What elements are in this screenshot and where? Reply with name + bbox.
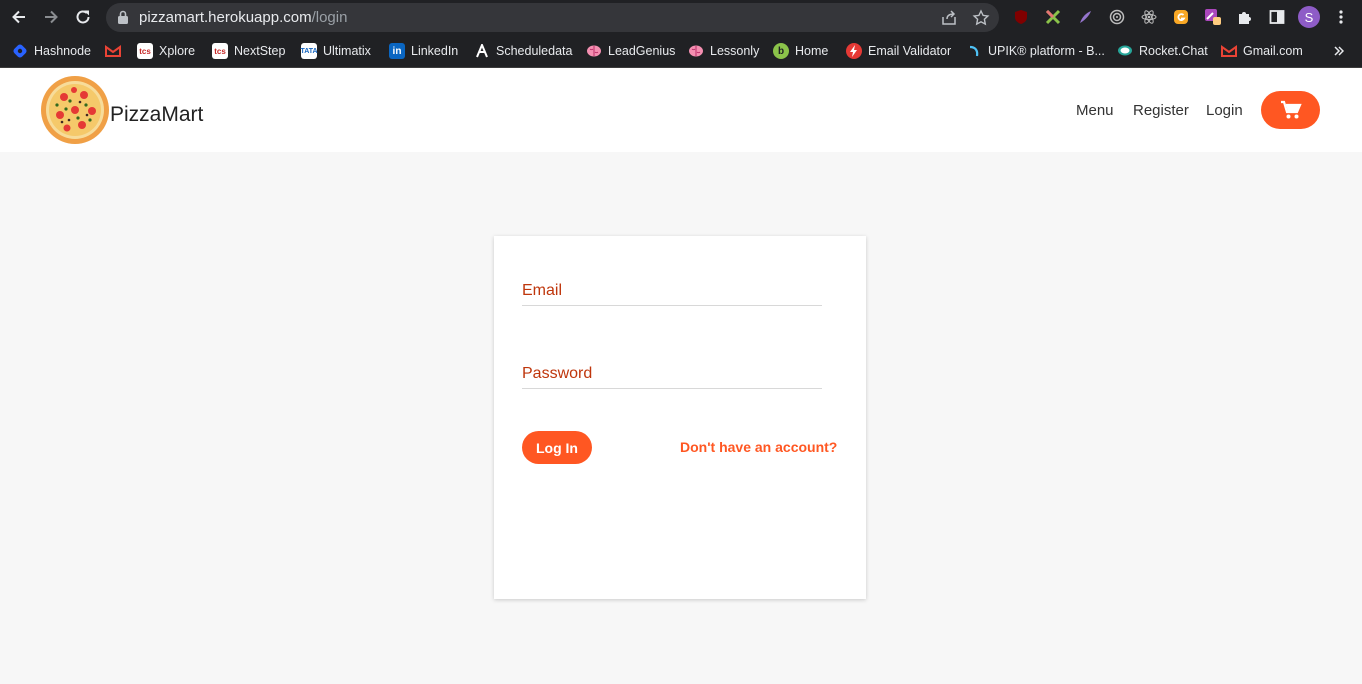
bookmark-label: Scheduledata xyxy=(496,44,573,58)
bookmark-rocket-chat[interactable]: Rocket.Chat xyxy=(1117,41,1208,61)
target-extension-icon[interactable] xyxy=(1107,7,1127,27)
bookmark-label: Email Validator xyxy=(868,44,952,58)
bookmark-label: Lessonly xyxy=(710,44,760,58)
color-picker-extension-icon[interactable] xyxy=(1203,7,1223,27)
bookmark-label: Xplore xyxy=(159,44,196,58)
react-devtools-icon[interactable] xyxy=(1139,7,1159,27)
hashnode-icon xyxy=(12,43,28,59)
password-input[interactable] xyxy=(522,355,822,388)
back-icon[interactable] xyxy=(6,4,32,30)
a-logo-icon xyxy=(474,43,490,59)
bookmark-label: Hashnode xyxy=(34,44,91,58)
grammarly-icon[interactable] xyxy=(1171,7,1191,27)
bookmark-linkedin[interactable]: in LinkedIn xyxy=(389,41,458,61)
bookmark-nextstep[interactable]: tcs NextStep xyxy=(212,41,285,61)
site-header: PizzaMart Menu Register Login xyxy=(0,68,1362,152)
bookmark-label: LeadGenius xyxy=(608,44,676,58)
gmail-icon xyxy=(105,43,121,59)
tools-extension-icon[interactable] xyxy=(1043,7,1063,27)
bookmark-hashnode[interactable]: Hashnode xyxy=(12,41,91,61)
reload-icon[interactable] xyxy=(70,4,96,30)
bookmark-label: LinkedIn xyxy=(411,44,459,58)
tcs-icon: tcs xyxy=(137,43,153,59)
side-panel-icon[interactable] xyxy=(1267,7,1287,27)
bookmark-label: Gmail.com xyxy=(1243,44,1303,58)
nav-menu-link[interactable]: Menu xyxy=(1076,102,1114,119)
login-button[interactable]: Log In xyxy=(522,431,592,464)
bookmark-ultimatix[interactable]: TATA Ultimatix xyxy=(300,41,371,61)
bolt-circle-icon xyxy=(846,43,862,59)
brain-icon xyxy=(586,43,602,59)
tata-icon: TATA xyxy=(300,43,318,59)
bookmarks-bar: Hashnode tcs Xplore tcs NextStep TATA Ul… xyxy=(0,35,1362,68)
extensions-puzzle-icon[interactable] xyxy=(1235,7,1255,27)
share-icon[interactable] xyxy=(940,9,958,27)
bookmark-label: Home xyxy=(795,44,829,58)
bookmark-label: UPIK® platform - B... xyxy=(988,44,1105,58)
bookmark-gmail-com[interactable]: Gmail.com xyxy=(1221,41,1303,61)
bookmark-xplore[interactable]: tcs Xplore xyxy=(137,41,195,61)
lock-icon xyxy=(117,10,129,29)
bookmark-label: Ultimatix xyxy=(323,44,371,58)
bookmark-scheduledata[interactable]: Scheduledata xyxy=(474,41,572,61)
brand-name[interactable]: PizzaMart xyxy=(110,103,203,127)
feather-extension-icon[interactable] xyxy=(1075,7,1095,27)
bookmark-label: NextStep xyxy=(234,44,286,58)
signup-link[interactable]: Don't have an account? xyxy=(680,439,837,455)
pizza-logo[interactable] xyxy=(40,75,110,145)
brain-icon xyxy=(688,43,704,59)
linkedin-icon: in xyxy=(389,43,405,59)
email-field[interactable]: Email xyxy=(522,272,822,306)
bookmark-lessonly[interactable]: Lessonly xyxy=(688,41,759,61)
rocket-chat-icon xyxy=(1117,43,1133,59)
login-card: Email Password Log In Don't have an acco… xyxy=(494,236,866,599)
address-bar[interactable]: pizzamart.herokuapp.com/login xyxy=(106,3,999,32)
ublock-icon[interactable] xyxy=(1011,7,1031,27)
profile-avatar[interactable]: S xyxy=(1298,6,1320,28)
password-field[interactable]: Password xyxy=(522,355,822,389)
avatar-letter: S xyxy=(1304,9,1314,25)
bookmark-upik[interactable]: UPIK® platform - B... xyxy=(966,41,1105,61)
bookmarks-overflow-icon[interactable] xyxy=(1334,41,1344,61)
nav-login-link[interactable]: Login xyxy=(1206,102,1243,119)
b-circle-icon: b xyxy=(773,43,789,59)
bookmark-star-icon[interactable] xyxy=(972,9,990,27)
browser-menu-icon[interactable] xyxy=(1331,7,1351,27)
nav-register-link[interactable]: Register xyxy=(1133,102,1189,119)
browser-toolbar: pizzamart.herokuapp.com/login S xyxy=(0,0,1362,35)
tcs-icon: tcs xyxy=(212,43,228,59)
forward-icon[interactable] xyxy=(38,4,64,30)
email-input[interactable] xyxy=(522,272,822,305)
bookmark-label: Rocket.Chat xyxy=(1139,44,1208,58)
bookmark-home[interactable]: b Home xyxy=(773,41,828,61)
bookmark-gmail[interactable] xyxy=(105,41,121,61)
url-text: pizzamart.herokuapp.com/login xyxy=(139,9,348,26)
cart-button[interactable] xyxy=(1261,91,1320,129)
bookmark-leadgenius[interactable]: LeadGenius xyxy=(586,41,675,61)
upik-icon xyxy=(966,43,982,59)
bookmark-email-validator[interactable]: Email Validator xyxy=(846,41,951,61)
cart-icon xyxy=(1280,100,1302,119)
gmail-icon xyxy=(1221,43,1237,59)
